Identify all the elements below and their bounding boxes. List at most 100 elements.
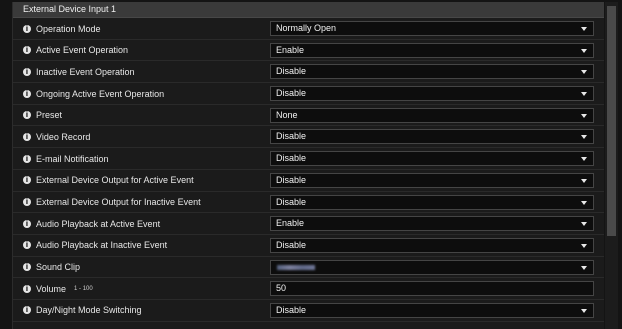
setting-row-preset: i Preset None (13, 105, 604, 127)
setting-row-output-inactive-event: i External Device Output for Inactive Ev… (13, 192, 604, 214)
select-value: Disable (276, 88, 307, 99)
setting-label-text: Audio Playback at Active Event (36, 218, 161, 229)
info-icon[interactable]: i (23, 306, 31, 315)
setting-label: i Volume 1 - 100 (23, 278, 93, 299)
output-inactive-event-select[interactable]: Disable (270, 194, 594, 210)
ongoing-active-event-operation-select[interactable]: Disable (270, 86, 594, 102)
setting-row-output-active-event: i External Device Output for Active Even… (13, 170, 604, 192)
panel-title: External Device Input 1 (13, 2, 604, 18)
setting-label: i Video Record (23, 126, 90, 147)
chevron-down-icon (581, 135, 587, 140)
setting-row-ongoing-active-event-operation: i Ongoing Active Event Operation Disable (13, 83, 604, 105)
setting-label-text: Volume (36, 283, 67, 294)
input-value: 50 (276, 283, 287, 294)
volume-range-hint: 1 - 100 (74, 285, 93, 292)
chevron-down-icon (581, 200, 587, 205)
setting-label-text: Sound Clip (36, 262, 81, 273)
scrollbar-thumb[interactable] (607, 6, 616, 236)
setting-row-inactive-event-operation: i Inactive Event Operation Disable (13, 61, 604, 84)
setting-label: i Ongoing Active Event Operation (23, 83, 164, 104)
setting-label-text: Active Event Operation (36, 45, 129, 56)
setting-label-text: Audio Playback at Inactive Event (36, 240, 168, 251)
setting-row-sound-clip: i Sound Clip (13, 257, 604, 279)
select-value: Disable (276, 153, 307, 164)
info-icon[interactable]: i (23, 219, 31, 228)
setting-label: i Day/Night Mode Switching (23, 300, 142, 321)
setting-label-text: External Device Output for Inactive Even… (36, 197, 201, 207)
operation-mode-select[interactable]: Normally Open (270, 21, 594, 36)
setting-label-text: E-mail Notification (36, 153, 109, 164)
select-value: Disable (276, 304, 307, 315)
info-icon[interactable]: i (23, 24, 31, 33)
info-icon[interactable]: i (23, 89, 31, 98)
select-value: Enable (276, 218, 305, 229)
setting-label: i E-mail Notification (23, 148, 109, 169)
setting-label-text: Inactive Event Operation (36, 66, 135, 77)
setting-label: i External Device Output for Active Even… (23, 170, 194, 191)
setting-label: i Active Event Operation (23, 40, 128, 61)
preset-select[interactable]: None (270, 107, 594, 123)
volume-input[interactable]: 50 (270, 281, 594, 297)
video-record-select[interactable]: Disable (270, 129, 594, 145)
setting-label-text: Video Record (36, 131, 91, 142)
setting-label-text: Operation Mode (36, 23, 101, 34)
window: External Device Input 1 i Operation Mode… (0, 0, 622, 329)
select-value: Normally Open (276, 23, 337, 33)
setting-label: i Preset (23, 105, 62, 126)
setting-row-active-event-operation: i Active Event Operation Enable (13, 40, 604, 62)
setting-row-operation-mode: i Operation Mode Normally Open (13, 18, 604, 40)
select-value: Disable (276, 239, 307, 250)
setting-row-volume: i Volume 1 - 100 50 (13, 278, 604, 300)
info-icon[interactable]: i (23, 284, 31, 293)
chevron-down-icon (581, 70, 587, 75)
setting-label-text: Ongoing Active Event Operation (36, 88, 165, 99)
audio-active-event-select[interactable]: Enable (270, 216, 594, 232)
chevron-down-icon (581, 265, 587, 270)
setting-row-email-notification: i E-mail Notification Disable (13, 148, 604, 170)
setting-label: i Audio Playback at Active Event (23, 213, 160, 234)
email-notification-select[interactable]: Disable (270, 151, 594, 167)
select-value: Enable (276, 44, 305, 55)
info-icon[interactable]: i (23, 198, 31, 206)
info-icon[interactable]: i (23, 132, 31, 141)
chevron-down-icon (581, 48, 587, 53)
setting-label: i Operation Mode (23, 18, 101, 39)
info-icon[interactable]: i (23, 263, 31, 272)
info-icon[interactable]: i (23, 46, 31, 55)
info-icon[interactable]: i (23, 154, 31, 163)
info-icon[interactable]: i (23, 176, 31, 185)
chevron-down-icon (581, 113, 587, 118)
chevron-down-icon (581, 157, 587, 162)
chevron-down-icon (581, 308, 587, 313)
info-icon[interactable]: i (23, 111, 31, 120)
output-active-event-select[interactable]: Disable (270, 172, 594, 188)
audio-inactive-event-select[interactable]: Disable (270, 237, 594, 253)
day-night-mode-switching-select[interactable]: Disable (270, 302, 594, 318)
setting-label-text: Preset (36, 110, 63, 121)
info-icon[interactable]: i (23, 241, 31, 250)
chevron-down-icon (581, 243, 587, 248)
info-icon[interactable]: i (23, 67, 31, 76)
active-event-operation-select[interactable]: Enable (270, 42, 594, 58)
setting-label: i Sound Clip (23, 257, 80, 278)
sound-clip-select[interactable] (270, 259, 594, 275)
select-value: Disable (276, 66, 307, 77)
setting-label-text: External Device Output for Active Event (36, 175, 194, 186)
setting-label: i Audio Playback at Inactive Event (23, 235, 167, 256)
setting-label: i Inactive Event Operation (23, 61, 135, 82)
redacted-value (277, 264, 315, 270)
chevron-down-icon (581, 92, 587, 97)
select-value: None (276, 109, 298, 120)
setting-row-day-night-mode-switching: i Day/Night Mode Switching Disable (13, 300, 604, 322)
setting-label-text: Day/Night Mode Switching (36, 305, 142, 316)
setting-row-video-record: i Video Record Disable (13, 126, 604, 149)
vertical-scrollbar[interactable] (605, 2, 618, 329)
setting-row-audio-active-event: i Audio Playback at Active Event Enable (13, 213, 604, 235)
inactive-event-operation-select[interactable]: Disable (270, 64, 594, 80)
settings-panel: External Device Input 1 i Operation Mode… (12, 2, 604, 329)
chevron-down-icon (581, 178, 587, 183)
chevron-down-icon (581, 222, 587, 227)
setting-label: i External Device Output for Inactive Ev… (23, 192, 201, 213)
setting-row-audio-inactive-event: i Audio Playback at Inactive Event Disab… (13, 235, 604, 257)
select-value: Disable (276, 196, 307, 207)
